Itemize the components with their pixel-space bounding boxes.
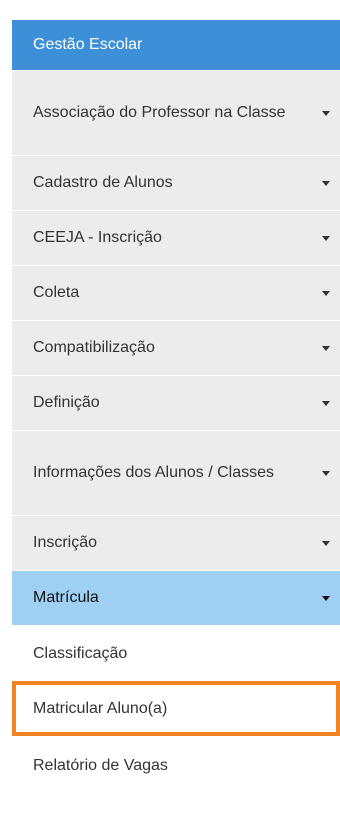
menu-item-associacao-professor[interactable]: Associação do Professor na Classe	[12, 71, 340, 156]
submenu-item-relatorio-vagas[interactable]: Relatório de Vagas	[12, 736, 340, 796]
caret-down-icon	[322, 181, 330, 186]
menu-item-inscricao[interactable]: Inscrição	[12, 516, 340, 571]
menu-item-label: Informações dos Alunos / Classes	[33, 464, 275, 481]
caret-down-icon	[322, 346, 330, 351]
menu-item-cadastro-alunos[interactable]: Cadastro de Alunos	[12, 156, 340, 211]
submenu-item-label: Relatório de Vagas	[33, 757, 168, 774]
caret-down-icon	[322, 596, 330, 601]
menu-item-definicao[interactable]: Definição	[12, 376, 340, 431]
caret-down-icon	[322, 236, 330, 241]
menu-item-matricula[interactable]: Matrícula	[12, 571, 340, 626]
menu-item-compatibilizacao[interactable]: Compatibilização	[12, 321, 340, 376]
submenu-item-label: Classificação	[33, 644, 128, 662]
submenu-item-matricular-aluno[interactable]: Matricular Aluno(a)	[12, 681, 340, 736]
sidebar-menu: Gestão Escolar Associação do Professor n…	[12, 20, 340, 819]
menu-item-label: Inscrição	[33, 534, 98, 551]
menu-item-label: Cadastro de Alunos	[33, 174, 173, 191]
caret-down-icon	[322, 111, 330, 116]
caret-down-icon	[322, 471, 330, 476]
menu-item-label: Associação do Professor na Classe	[33, 104, 286, 121]
menu-item-coleta[interactable]: Coleta	[12, 266, 340, 321]
caret-down-icon	[322, 541, 330, 546]
submenu-item-label: Matricular Aluno(a)	[33, 699, 168, 717]
caret-down-icon	[322, 291, 330, 296]
menu-header[interactable]: Gestão Escolar	[12, 20, 340, 71]
menu-item-informacoes-alunos-classes[interactable]: Informações dos Alunos / Classes	[12, 431, 340, 516]
submenu-item-classificacao[interactable]: Classificação	[12, 626, 340, 681]
caret-down-icon	[322, 401, 330, 406]
menu-item-ceeja-inscricao[interactable]: CEEJA - Inscrição	[12, 211, 340, 266]
menu-item-label: Definição	[33, 394, 100, 411]
menu-item-label: Compatibilização	[33, 339, 155, 356]
menu-item-label: CEEJA - Inscrição	[33, 229, 162, 246]
menu-item-label: Matrícula	[33, 589, 99, 606]
menu-item-label: Coleta	[33, 284, 80, 301]
